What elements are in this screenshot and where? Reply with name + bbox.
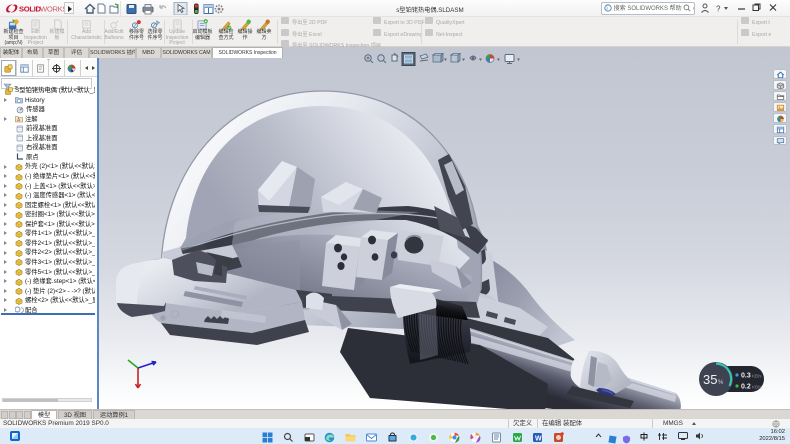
svg-text:%: % xyxy=(718,380,724,386)
svg-text:0.2: 0.2 xyxy=(741,384,751,391)
svg-text:0.3: 0.3 xyxy=(741,373,751,380)
svg-text:35: 35 xyxy=(703,372,717,387)
svg-text:KB/s: KB/s xyxy=(752,385,762,390)
svg-text:?: ? xyxy=(716,5,721,14)
svg-text:i: i xyxy=(607,6,608,12)
svg-text:KB/s: KB/s xyxy=(752,374,762,379)
svg-text:W: W xyxy=(535,436,542,443)
svg-text:SOLID: SOLID xyxy=(19,5,42,14)
